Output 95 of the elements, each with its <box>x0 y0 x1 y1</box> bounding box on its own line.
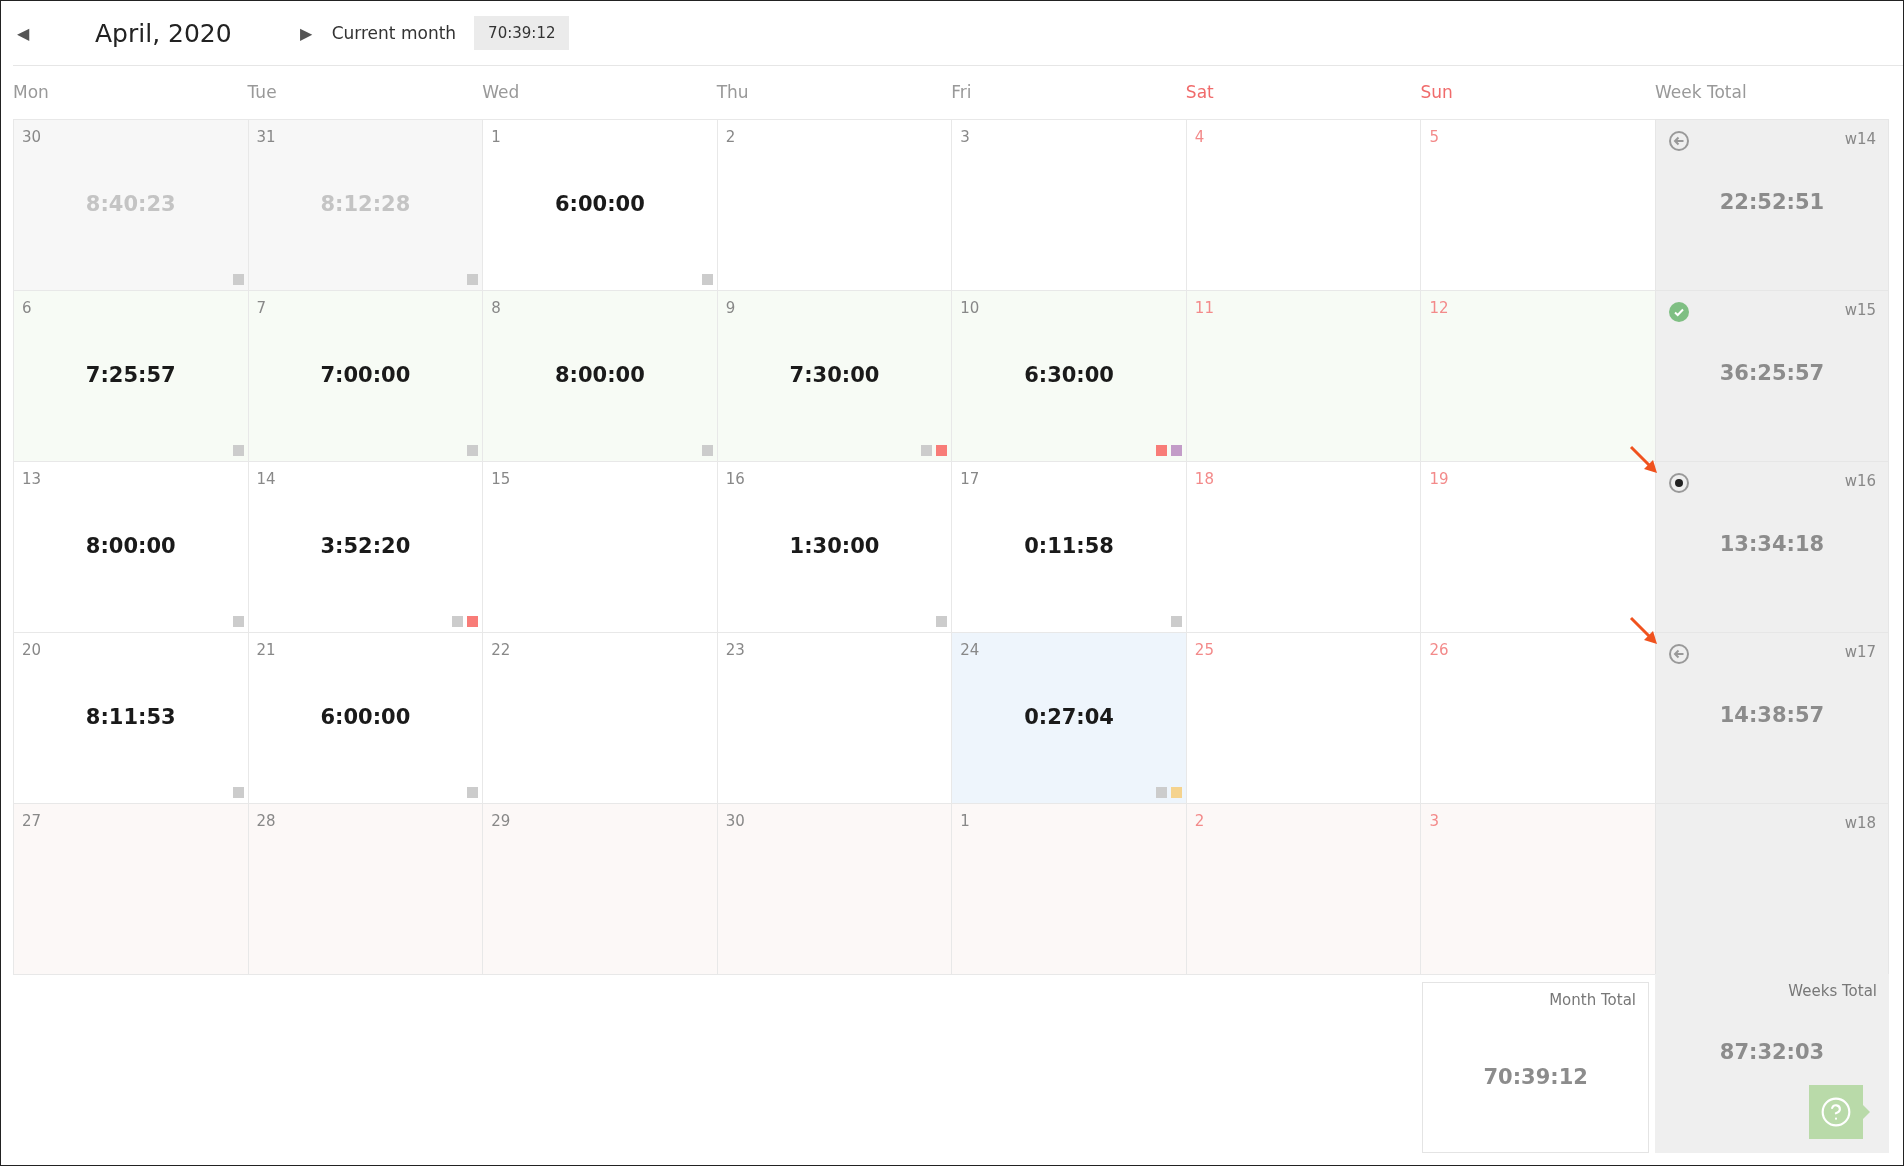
date-number: 29 <box>491 812 511 830</box>
date-number: 22 <box>491 641 511 659</box>
date-number: 15 <box>491 470 511 488</box>
date-number: 12 <box>1429 299 1449 317</box>
date-number: 8 <box>491 299 501 317</box>
day-cell[interactable]: 30 <box>716 803 953 975</box>
date-number: 18 <box>1194 470 1214 488</box>
weekday-header: Mon <box>13 81 50 104</box>
date-number: 16 <box>725 470 745 488</box>
day-hours: 6:00:00 <box>320 704 411 729</box>
date-number: 3 <box>960 128 970 146</box>
weekday-header: Thu <box>716 81 750 104</box>
day-cell[interactable]: 7 7:00:00 <box>247 290 484 462</box>
day-hours: 7:25:57 <box>85 362 176 387</box>
month-total-label: Month Total <box>1549 991 1636 1009</box>
day-hours: 0:11:58 <box>1024 533 1114 558</box>
date-number: 21 <box>256 641 276 659</box>
date-number: 30 <box>725 812 745 830</box>
day-cell[interactable]: 29 <box>482 803 718 975</box>
date-number: 13 <box>22 470 42 488</box>
day-cell[interactable]: 9 7:30:00 <box>716 290 953 462</box>
day-hours: 7:30:00 <box>789 362 880 387</box>
day-cell[interactable]: 1 <box>951 803 1187 975</box>
week-number: w17 <box>1844 643 1876 661</box>
date-number: 6 <box>22 299 32 317</box>
date-number: 25 <box>1194 641 1214 659</box>
week-number: w18 <box>1844 814 1876 832</box>
date-number: 7 <box>256 299 267 317</box>
week-total: 13:34:18 <box>1719 532 1825 556</box>
date-number: 10 <box>960 299 980 317</box>
back-arrow-circle-icon[interactable] <box>1668 130 1690 152</box>
weekday-header: Sun <box>1420 81 1454 104</box>
week-total: 14:38:57 <box>1719 703 1825 727</box>
day-cell[interactable]: 2 <box>1185 803 1422 975</box>
weeks-total-value: 87:32:03 <box>1719 1040 1825 1064</box>
day-hours: 0:27:04 <box>1024 704 1114 729</box>
date-number: 28 <box>256 812 276 830</box>
day-hours: 7:00:00 <box>320 362 411 387</box>
day-cell[interactable]: 3 <box>1420 803 1656 975</box>
date-number: 4 <box>1194 128 1205 146</box>
month-total-value: 70:39:12 <box>1483 1064 1588 1089</box>
help-pointer-icon <box>1863 1105 1870 1119</box>
date-number: 2 <box>725 128 736 146</box>
weekday-header: Fri <box>951 81 973 104</box>
week-total: 36:25:57 <box>1719 361 1825 385</box>
day-cell[interactable]: 28 <box>247 803 484 975</box>
date-number: 17 <box>960 470 980 488</box>
weekday-header: Tue <box>247 81 278 104</box>
weekday-header: Week Total <box>1655 81 1748 104</box>
date-number: 24 <box>960 641 980 659</box>
week-number: w16 <box>1844 472 1876 490</box>
weeks-total-label: Weeks Total <box>1788 982 1877 1000</box>
date-number: 1 <box>960 812 970 830</box>
current-month-link[interactable]: Current month <box>325 22 463 44</box>
day-hours: 1:30:00 <box>789 533 880 558</box>
date-number: 14 <box>256 470 276 488</box>
date-number: 3 <box>1429 812 1439 830</box>
date-number: 23 <box>725 641 745 659</box>
day-cell[interactable]: 11 <box>1185 290 1422 462</box>
help-icon <box>1820 1096 1852 1128</box>
date-number: 9 <box>725 299 736 317</box>
date-number: 5 <box>1429 128 1439 146</box>
date-number: 31 <box>256 128 276 146</box>
date-number: 11 <box>1194 299 1214 317</box>
next-month-button[interactable]: ▶ <box>295 19 316 47</box>
date-number: 30 <box>22 128 42 146</box>
day-hours: 8:00:00 <box>85 533 176 558</box>
week-total: 22:52:51 <box>1719 190 1825 214</box>
month-title: April, 2020 <box>95 18 232 48</box>
week-number: w14 <box>1844 130 1876 148</box>
day-cell[interactable]: 6 7:25:57 <box>13 290 249 462</box>
previous-month-button[interactable]: ◀ <box>13 19 33 47</box>
date-number: 26 <box>1429 641 1449 659</box>
date-number: 1 <box>491 128 501 146</box>
weekday-header: Wed <box>482 81 521 104</box>
day-hours: 6:00:00 <box>555 191 645 216</box>
day-cell[interactable]: 27 <box>13 803 249 975</box>
day-cell[interactable]: 24 0:27:04 <box>951 632 1187 804</box>
day-hours: 3:52:20 <box>320 533 411 558</box>
date-number: 19 <box>1429 470 1449 488</box>
date-number: 2 <box>1194 812 1205 830</box>
help-button[interactable] <box>1809 1085 1863 1139</box>
day-cell[interactable]: 8 8:00:00 <box>482 290 718 462</box>
day-hours: 6:30:00 <box>1024 362 1114 387</box>
radio-dot-icon[interactable] <box>1668 472 1690 494</box>
day-hours: 8:00:00 <box>555 362 645 387</box>
month-total-badge: 70:39:12 <box>474 16 570 50</box>
day-cell[interactable]: 10 6:30:00 <box>951 290 1187 462</box>
back-arrow-circle-icon[interactable] <box>1668 643 1690 665</box>
day-hours: 8:11:53 <box>85 704 176 729</box>
date-number: 20 <box>22 641 42 659</box>
day-cell[interactable]: 12 <box>1420 290 1656 462</box>
date-number: 27 <box>22 812 42 830</box>
week-number: w15 <box>1844 301 1876 319</box>
weekday-header: Sat <box>1185 81 1215 104</box>
